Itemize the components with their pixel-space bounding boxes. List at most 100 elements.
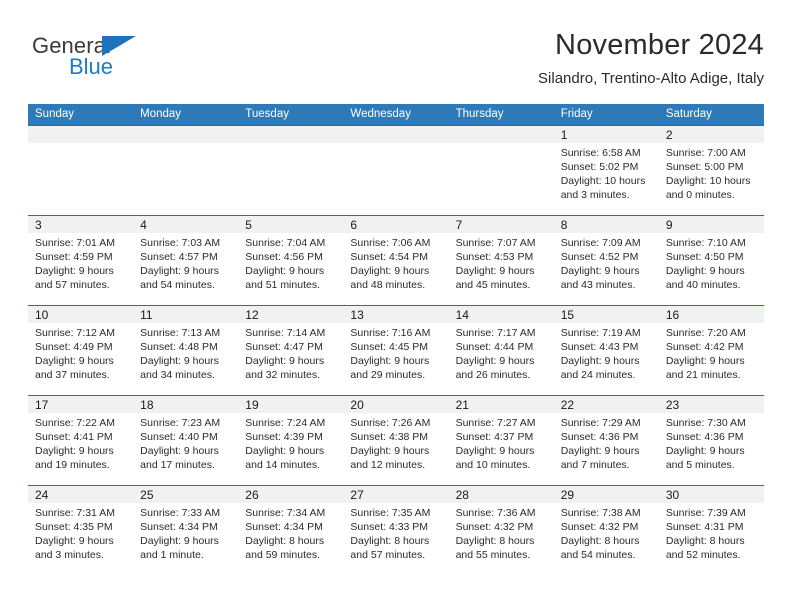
day-cell[interactable]: 24 Sunrise: 7:31 AM Sunset: 4:35 PM Dayl… [28, 486, 134, 575]
daylight-text-line2: and 5 minutes. [665, 459, 735, 471]
day-info: Sunrise: 7:12 AM Sunset: 4:49 PM Dayligh… [28, 323, 133, 382]
sunset-text: Sunset: 4:37 PM [455, 431, 534, 443]
sunrise-text: Sunrise: 7:33 AM [140, 507, 221, 519]
daylight-text-line2: and 32 minutes. [245, 369, 320, 381]
day-cell[interactable]: 5 Sunrise: 7:04 AM Sunset: 4:56 PM Dayli… [238, 216, 344, 305]
day-cell[interactable]: 8 Sunrise: 7:09 AM Sunset: 4:52 PM Dayli… [553, 216, 659, 305]
day-cell[interactable]: 9 Sunrise: 7:10 AM Sunset: 4:50 PM Dayli… [658, 216, 764, 305]
sunrise-text: Sunrise: 7:23 AM [140, 417, 221, 429]
daylight-text-line1: Daylight: 9 hours [350, 355, 430, 367]
day-cell[interactable]: 6 Sunrise: 7:06 AM Sunset: 4:54 PM Dayli… [343, 216, 449, 305]
day-info [133, 143, 238, 146]
day-number: 24 [35, 488, 49, 502]
day-number-strip [133, 126, 239, 143]
day-info: Sunrise: 7:23 AM Sunset: 4:40 PM Dayligh… [133, 413, 238, 472]
day-info: Sunrise: 7:20 AM Sunset: 4:42 PM Dayligh… [659, 323, 764, 382]
day-info [449, 143, 554, 146]
sunrise-text: Sunrise: 7:31 AM [35, 507, 115, 519]
day-cell[interactable]: 10 Sunrise: 7:12 AM Sunset: 4:49 PM Dayl… [28, 306, 134, 395]
sunset-text: Sunset: 4:34 PM [245, 521, 323, 533]
day-number: 16 [665, 308, 680, 322]
day-number-strip: 19 [238, 396, 344, 413]
daylight-text-line1: Daylight: 9 hours [35, 535, 114, 547]
day-info: Sunrise: 7:01 AM Sunset: 4:59 PM Dayligh… [28, 233, 133, 292]
day-cell[interactable]: 30 Sunrise: 7:39 AM Sunset: 4:31 PM Dayl… [658, 486, 764, 575]
day-cell[interactable]: 25 Sunrise: 7:33 AM Sunset: 4:34 PM Dayl… [133, 486, 239, 575]
daylight-text-line1: Daylight: 9 hours [455, 265, 535, 277]
day-cell[interactable] [343, 126, 449, 215]
day-cell[interactable]: 4 Sunrise: 7:03 AM Sunset: 4:57 PM Dayli… [133, 216, 239, 305]
day-info: Sunrise: 7:24 AM Sunset: 4:39 PM Dayligh… [238, 413, 343, 472]
sunrise-text: Sunrise: 7:30 AM [665, 417, 746, 429]
day-number: 20 [350, 398, 364, 412]
sunrise-text: Sunrise: 7:14 AM [245, 327, 326, 339]
sunset-text: Sunset: 4:35 PM [35, 521, 113, 533]
day-number: 10 [35, 308, 49, 322]
day-number: 17 [35, 398, 49, 412]
daylight-text-line1: Daylight: 9 hours [35, 445, 114, 457]
day-info: Sunrise: 7:03 AM Sunset: 4:57 PM Dayligh… [133, 233, 238, 292]
day-number-strip: 25 [133, 486, 239, 503]
day-cell[interactable] [28, 126, 134, 215]
day-cell[interactable]: 19 Sunrise: 7:24 AM Sunset: 4:39 PM Dayl… [238, 396, 344, 485]
week-row: 1 Sunrise: 6:58 AM Sunset: 5:02 PM Dayli… [28, 125, 764, 215]
daylight-text-line2: and 48 minutes. [350, 279, 426, 291]
day-cell[interactable]: 11 Sunrise: 7:13 AM Sunset: 4:48 PM Dayl… [133, 306, 239, 395]
day-number: 27 [350, 488, 364, 502]
day-number-strip: 16 [658, 306, 764, 323]
day-cell[interactable] [238, 126, 344, 215]
day-cell[interactable]: 16 Sunrise: 7:20 AM Sunset: 4:42 PM Dayl… [658, 306, 764, 395]
day-number-strip: 13 [343, 306, 449, 323]
day-cell[interactable]: 27 Sunrise: 7:35 AM Sunset: 4:33 PM Dayl… [343, 486, 449, 575]
day-info: Sunrise: 7:39 AM Sunset: 4:31 PM Dayligh… [659, 503, 764, 562]
day-info: Sunrise: 7:30 AM Sunset: 4:36 PM Dayligh… [659, 413, 764, 472]
day-cell[interactable] [133, 126, 239, 215]
daylight-text-line2: and 3 minutes. [35, 549, 104, 561]
day-cell[interactable]: 22 Sunrise: 7:29 AM Sunset: 4:36 PM Dayl… [553, 396, 659, 485]
day-cell[interactable]: 20 Sunrise: 7:26 AM Sunset: 4:38 PM Dayl… [343, 396, 449, 485]
day-number: 4 [140, 218, 147, 232]
day-cell[interactable]: 28 Sunrise: 7:36 AM Sunset: 4:32 PM Dayl… [448, 486, 554, 575]
day-cell[interactable]: 13 Sunrise: 7:16 AM Sunset: 4:45 PM Dayl… [343, 306, 449, 395]
day-cell[interactable]: 1 Sunrise: 6:58 AM Sunset: 5:02 PM Dayli… [553, 126, 659, 215]
day-number: 8 [560, 218, 568, 232]
sunset-text: Sunset: 4:36 PM [665, 431, 744, 443]
day-number-strip: 24 [28, 486, 134, 503]
day-number-strip: 2 [658, 126, 764, 143]
day-number-strip: 27 [343, 486, 449, 503]
daylight-text-line2: and 54 minutes. [140, 279, 215, 291]
day-cell[interactable]: 15 Sunrise: 7:19 AM Sunset: 4:43 PM Dayl… [553, 306, 659, 395]
day-number-strip: 1 [553, 126, 659, 143]
general-blue-logo[interactable]: General Blue [32, 33, 232, 89]
day-cell[interactable]: 23 Sunrise: 7:30 AM Sunset: 4:36 PM Dayl… [658, 396, 764, 485]
day-cell[interactable]: 7 Sunrise: 7:07 AM Sunset: 4:53 PM Dayli… [448, 216, 554, 305]
day-cell[interactable]: 18 Sunrise: 7:23 AM Sunset: 4:40 PM Dayl… [133, 396, 239, 485]
day-cell[interactable]: 17 Sunrise: 7:22 AM Sunset: 4:41 PM Dayl… [28, 396, 134, 485]
day-cell[interactable]: 12 Sunrise: 7:14 AM Sunset: 4:47 PM Dayl… [238, 306, 344, 395]
daylight-text-line1: Daylight: 9 hours [245, 265, 325, 277]
day-cell[interactable]: 14 Sunrise: 7:17 AM Sunset: 4:44 PM Dayl… [448, 306, 554, 395]
sunset-text: Sunset: 5:02 PM [560, 161, 639, 173]
week-row: 10 Sunrise: 7:12 AM Sunset: 4:49 PM Dayl… [28, 305, 764, 395]
day-number: 23 [665, 398, 680, 412]
day-cell[interactable]: 2 Sunrise: 7:00 AM Sunset: 5:00 PM Dayli… [658, 126, 764, 215]
sunrise-text: Sunrise: 7:01 AM [35, 237, 115, 249]
day-info: Sunrise: 7:26 AM Sunset: 4:38 PM Dayligh… [343, 413, 448, 472]
sunrise-text: Sunrise: 7:22 AM [35, 417, 115, 429]
daylight-text-line1: Daylight: 9 hours [665, 355, 745, 367]
daylight-text-line1: Daylight: 9 hours [350, 265, 430, 277]
daylight-text-line2: and 57 minutes. [35, 279, 110, 291]
day-cell[interactable]: 3 Sunrise: 7:01 AM Sunset: 4:59 PM Dayli… [28, 216, 134, 305]
day-cell[interactable]: 21 Sunrise: 7:27 AM Sunset: 4:37 PM Dayl… [448, 396, 554, 485]
day-number-strip: 18 [133, 396, 239, 413]
daylight-text-line1: Daylight: 9 hours [455, 355, 535, 367]
day-cell[interactable]: 29 Sunrise: 7:38 AM Sunset: 4:32 PM Dayl… [553, 486, 659, 575]
daylight-text-line2: and 26 minutes. [455, 369, 531, 381]
title-block: November 2024 Silandro, Trentino-Alto Ad… [538, 28, 764, 88]
day-cell[interactable] [448, 126, 554, 215]
weekday-header-monday: Monday [140, 108, 182, 120]
day-cell[interactable]: 26 Sunrise: 7:34 AM Sunset: 4:34 PM Dayl… [238, 486, 344, 575]
sunset-text: Sunset: 4:42 PM [665, 341, 744, 353]
day-info: Sunrise: 7:31 AM Sunset: 4:35 PM Dayligh… [28, 503, 133, 562]
sunset-text: Sunset: 4:54 PM [350, 251, 429, 263]
